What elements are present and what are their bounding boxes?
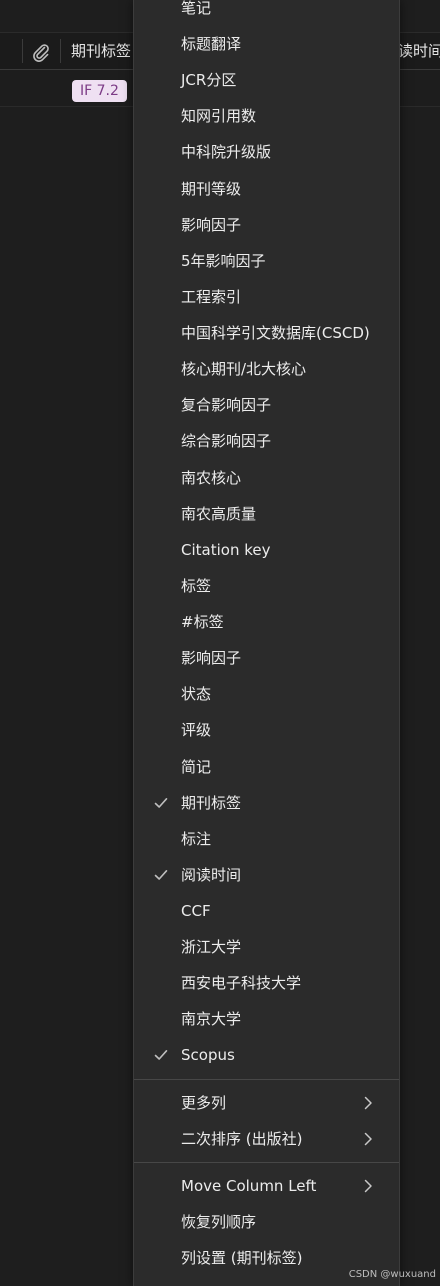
menu-item-label: 工程索引 — [181, 288, 242, 306]
app-window: 期刊标签 读时间 IF 7.2 笔记 标题翻译 JCR分区 知网引用数 中科院升级版 期刊… — [0, 0, 440, 1286]
menu-item-label: 影响因子 — [181, 216, 242, 234]
menu-item-column-option[interactable]: 简记 — [134, 752, 399, 782]
menu-item-column-option[interactable]: 知网引用数 — [134, 101, 399, 131]
menu-item-label: 综合影响因子 — [181, 432, 272, 450]
menu-item-action[interactable]: 恢复列顺序 — [134, 1207, 399, 1237]
menu-item-label: 列设置 (期刊标签) — [181, 1249, 303, 1267]
menu-item-label: 南农高质量 — [181, 505, 257, 523]
menu-item-label: 标注 — [181, 830, 212, 848]
menu-item-submenu[interactable]: 更多列 — [134, 1088, 399, 1118]
menu-item-column-option[interactable]: 南农高质量 — [134, 499, 399, 529]
menu-item-label: Move Column Left — [181, 1177, 317, 1195]
menu-item-label: 更多列 — [181, 1094, 227, 1112]
impact-factor-badge: IF 7.2 — [72, 80, 127, 102]
check-icon — [153, 1047, 169, 1063]
menu-item-label: 笔记 — [181, 0, 212, 17]
menu-item-column-option[interactable]: Scopus — [134, 1040, 399, 1070]
menu-item-column-option[interactable]: 综合影响因子 — [134, 426, 399, 456]
menu-item-label: CCF — [181, 902, 211, 920]
menu-item-column-option[interactable]: 阅读时间 — [134, 860, 399, 890]
menu-item-label: Citation key — [181, 541, 271, 559]
menu-item-label: 复合影响因子 — [181, 396, 272, 414]
menu-item-column-option[interactable]: 评级 — [134, 715, 399, 745]
menu-item-label: 期刊等级 — [181, 180, 242, 198]
menu-item-label: JCR分区 — [181, 71, 237, 89]
menu-item-column-option[interactable]: 南农核心 — [134, 463, 399, 493]
menu-item-column-option[interactable]: 核心期刊/北大核心 — [134, 354, 399, 384]
menu-item-label: 状态 — [181, 685, 212, 703]
menu-item-label: 标签 — [181, 577, 212, 595]
menu-item-column-option[interactable]: 5年影响因子 — [134, 246, 399, 276]
menu-item-column-option[interactable]: Citation key — [134, 535, 399, 565]
column-header-read-time[interactable]: 读时间 — [398, 41, 440, 61]
check-icon — [153, 867, 169, 883]
menu-item-label: 浙江大学 — [181, 938, 242, 956]
menu-item-label: 标题翻译 — [181, 35, 242, 53]
chevron-right-icon — [362, 1131, 374, 1147]
menu-item-column-option[interactable]: 中国科学引文数据库(CSCD) — [134, 318, 399, 348]
menu-item-label: 5年影响因子 — [181, 252, 266, 270]
menu-item-column-option[interactable]: 标注 — [134, 824, 399, 854]
check-icon — [153, 795, 169, 811]
menu-item-column-option[interactable]: 期刊等级 — [134, 174, 399, 204]
paperclip-icon[interactable] — [30, 41, 52, 63]
menu-separator — [134, 1162, 399, 1163]
menu-item-label: 期刊标签 — [181, 794, 242, 812]
menu-item-column-option[interactable]: 标题翻译 — [134, 29, 399, 59]
chevron-right-icon — [362, 1178, 374, 1194]
column-divider[interactable] — [22, 39, 23, 63]
menu-item-label: 二次排序 (出版社) — [181, 1130, 303, 1148]
menu-item-label: 影响因子 — [181, 649, 242, 667]
menu-item-label: 中科院升级版 — [181, 143, 272, 161]
menu-item-label: 简记 — [181, 758, 212, 776]
column-picker-menu: 笔记标题翻译 JCR分区知网引用数中科院升级版 期刊等级影响因子 5年影响因子 工程索引… — [133, 0, 400, 1286]
menu-item-column-option[interactable]: 西安电子科技大学 — [134, 968, 399, 998]
menu-item-column-option[interactable]: 工程索引 — [134, 282, 399, 312]
menu-item-column-option[interactable]: 浙江大学 — [134, 932, 399, 962]
menu-item-label: 恢复列顺序 — [181, 1213, 257, 1231]
menu-item-column-option[interactable]: 期刊标签 — [134, 788, 399, 818]
menu-item-label: 西安电子科技大学 — [181, 974, 302, 992]
menu-item-column-option[interactable]: #标签 — [134, 607, 399, 637]
menu-item-label: 知网引用数 — [181, 107, 257, 125]
menu-item-label: 南京大学 — [181, 1010, 242, 1028]
menu-item-column-option[interactable]: JCR分区 — [134, 65, 399, 95]
menu-item-column-option[interactable]: 状态 — [134, 679, 399, 709]
column-divider[interactable] — [60, 39, 61, 63]
menu-item-label: 评级 — [181, 721, 212, 739]
menu-item-column-option[interactable]: 南京大学 — [134, 1004, 399, 1034]
menu-separator — [134, 1079, 399, 1080]
watermark: CSDN @wuxuand — [348, 1269, 436, 1280]
menu-item-column-option[interactable]: 影响因子 — [134, 210, 399, 240]
menu-item-label: #标签 — [181, 613, 224, 631]
chevron-right-icon — [362, 1095, 374, 1111]
menu-item-column-option[interactable]: 中科院升级版 — [134, 137, 399, 167]
menu-item-label: 核心期刊/北大核心 — [181, 360, 307, 378]
menu-item-label: 南农核心 — [181, 469, 242, 487]
menu-item-column-option[interactable]: 影响因子 — [134, 643, 399, 673]
menu-item-column-option[interactable]: CCF — [134, 896, 399, 926]
column-header-journal-tag[interactable]: 期刊标签 — [71, 41, 131, 61]
menu-item-column-option[interactable]: 笔记 — [134, 0, 399, 23]
menu-item-submenu[interactable]: 二次排序 (出版社) — [134, 1124, 399, 1154]
menu-item-label: 阅读时间 — [181, 866, 242, 884]
menu-item-column-option[interactable]: 标签 — [134, 571, 399, 601]
menu-item-label: Scopus — [181, 1046, 235, 1064]
menu-item-label: 中国科学引文数据库(CSCD) — [181, 324, 370, 342]
menu-item-column-option[interactable]: 复合影响因子 — [134, 390, 399, 420]
menu-item-action[interactable]: Move Column Left — [134, 1171, 399, 1201]
